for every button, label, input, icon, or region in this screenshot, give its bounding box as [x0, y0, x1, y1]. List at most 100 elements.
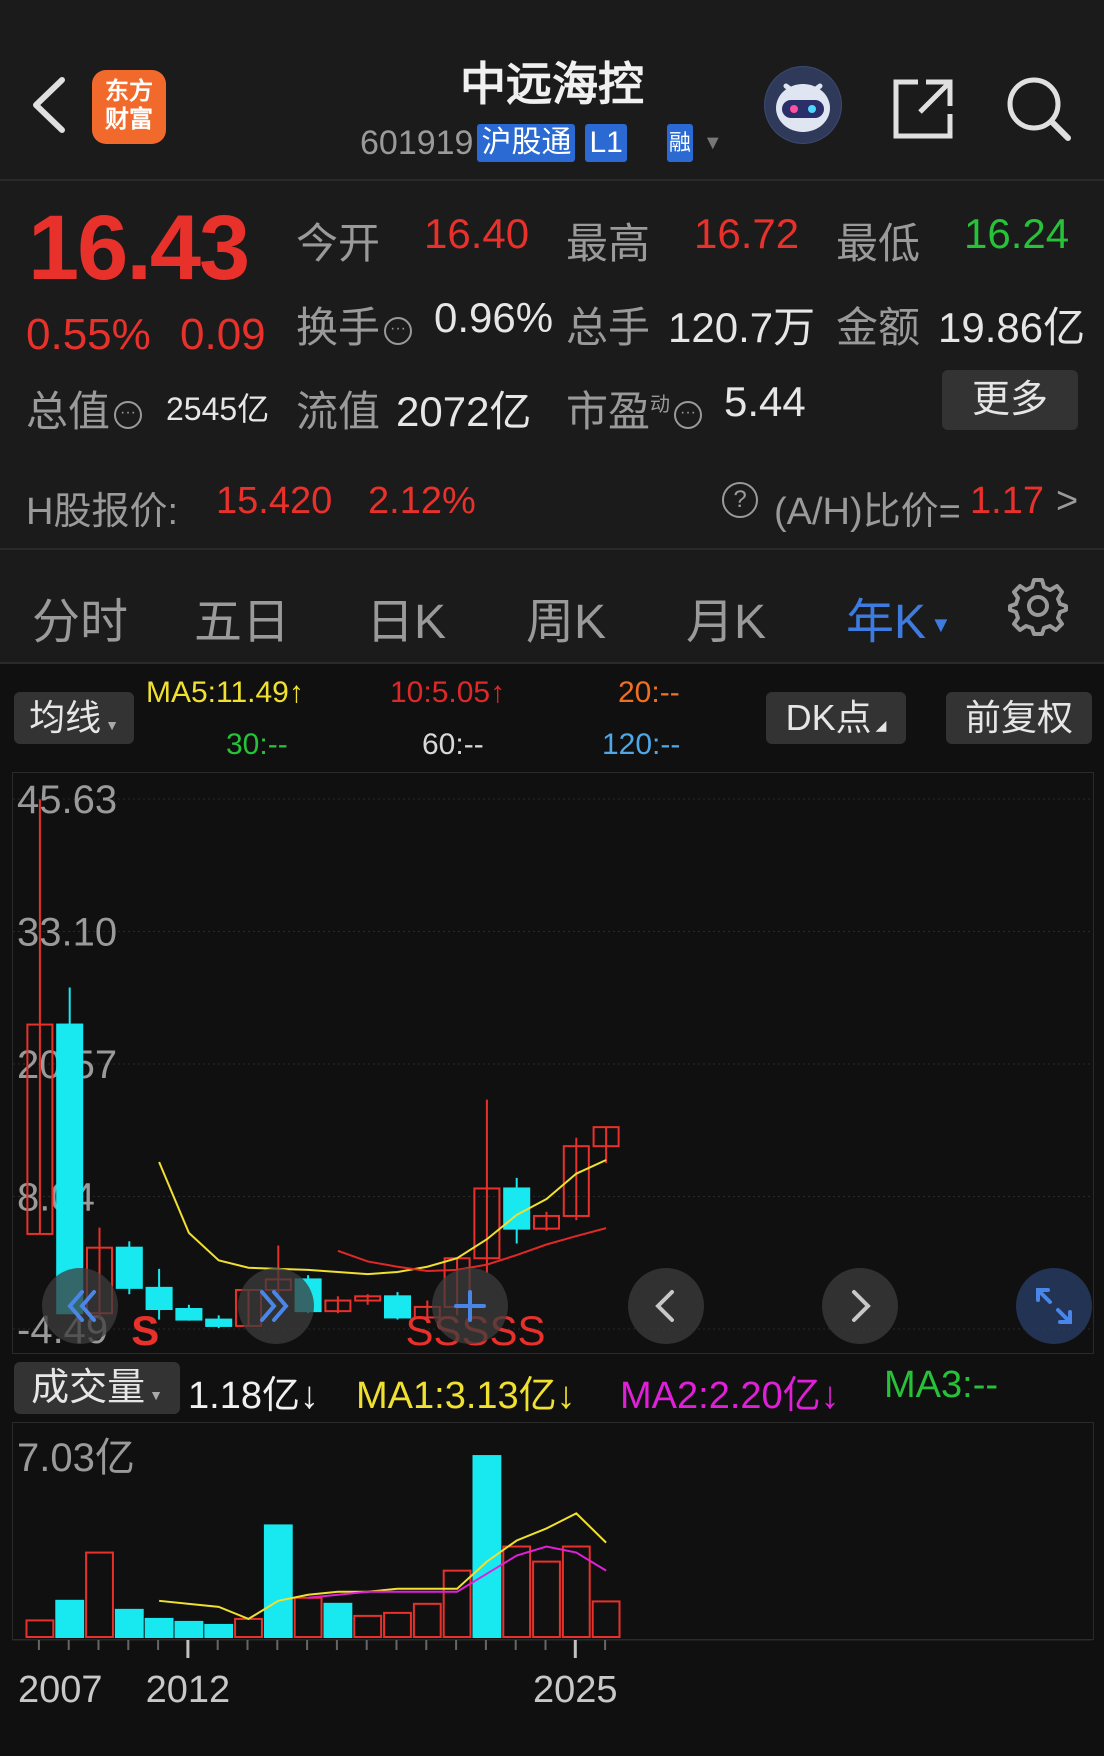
y-tick-label: 33.10 [17, 911, 117, 955]
scroll-left-button[interactable] [628, 1268, 704, 1344]
mktcap-label: 总值 [26, 388, 111, 435]
volume-ma3: MA3:-- [884, 1364, 998, 1406]
x-tick-label: 2007 [18, 1669, 103, 1711]
ai-assistant-robot-icon[interactable] [764, 66, 842, 144]
zoom-in-button[interactable] [238, 1268, 314, 1344]
volume-bar [353, 1614, 383, 1639]
open-value: 16.40 [424, 210, 530, 257]
zoom-out-button[interactable] [42, 1268, 118, 1344]
volume-bar [383, 1611, 412, 1638]
volume-current: 1.18亿↓ [188, 1375, 319, 1417]
share-icon[interactable] [888, 74, 958, 144]
volume-ma1: MA1:3.13亿↓ [356, 1375, 576, 1417]
volume-value: 120.7万 [668, 304, 816, 351]
float-label: 流值 [296, 388, 381, 435]
pe-value: 5.44 [724, 378, 806, 425]
divider [0, 548, 1104, 550]
low-label: 最低 [836, 220, 921, 267]
x-tick-label: 2012 [146, 1669, 231, 1711]
volume-label: 总手 [566, 304, 651, 351]
volume-bar [323, 1602, 353, 1638]
bottom-bar [0, 1730, 1104, 1756]
info-dots-icon[interactable]: ··· [674, 400, 703, 429]
adjust-price-button[interactable]: 前复权 [946, 692, 1092, 744]
volume-bar [561, 1545, 591, 1638]
low-value: 16.24 [964, 210, 1070, 257]
x-tick-label: 2025 [533, 1669, 618, 1711]
period-tabs: 分时 五日 日K 周K 月K 年K ▼ [0, 552, 1104, 662]
high-label: 最高 [566, 220, 651, 267]
chevron-down-icon[interactable]: ▼ [703, 132, 723, 155]
volume-bar [412, 1602, 442, 1638]
high-value: 16.72 [694, 210, 800, 257]
ma10-legend: 10:5.05↑ [390, 676, 506, 709]
ma30-legend: 30:-- [226, 728, 288, 761]
volume-ma-line-2 [307, 1545, 607, 1599]
volume-bar [532, 1560, 561, 1639]
volume-ma-line-1 [158, 1512, 607, 1621]
more-button[interactable]: 更多 [942, 370, 1078, 430]
pe-label-wrap: 市盈动 ··· [566, 378, 706, 439]
h-share-pct: 2.12% [368, 480, 476, 522]
divider [0, 179, 1104, 181]
tab-yearly-k[interactable]: 年K ▼ [846, 582, 952, 652]
volume-chart[interactable]: 7.03亿 [13, 1423, 1093, 1639]
info-dots-icon[interactable]: ··· [384, 316, 413, 345]
h-share-row[interactable]: H股报价: 15.420 2.12% ? (A/H)比价= 1.17 > [0, 462, 1104, 544]
tab-yearly-k-label: 年K [846, 596, 927, 649]
ma-line-ma5 [158, 1159, 607, 1276]
kline-panel[interactable]: 45.6333.1020.578.04-4.49SSSSSS [12, 772, 1094, 1354]
ma5-legend: MA5:11.49↑ [146, 676, 304, 709]
volume-bar [114, 1608, 144, 1639]
ma-select-label: 均线 [29, 697, 102, 738]
change-amount: 0.09 [180, 310, 266, 359]
candle-body [205, 1318, 233, 1327]
ma-select-button[interactable]: 均线 ▼ [14, 692, 134, 744]
volume-panel[interactable]: 7.03亿 [12, 1422, 1094, 1640]
corner-caret-icon: ◢ [875, 717, 887, 733]
volume-bar [591, 1600, 621, 1638]
volume-bar [25, 1619, 55, 1638]
volume-bar [55, 1599, 85, 1639]
current-price: 16.43 [28, 197, 250, 299]
stock-code-row: 601919 沪股通 L1 融 ▼ [360, 122, 723, 164]
candle-body [175, 1308, 203, 1321]
volume-bar [85, 1551, 114, 1638]
ma20-legend: 20:-- [618, 676, 680, 709]
expand-plus-button[interactable] [432, 1268, 508, 1344]
level-badge: L1 [585, 124, 627, 162]
h-share-price: 15.420 [216, 480, 333, 522]
connect-badge: 沪股通 [477, 124, 576, 162]
volume-select-label: 成交量 [31, 1367, 146, 1409]
open-label: 今开 [296, 220, 381, 267]
caret-down-icon: ▼ [105, 717, 119, 733]
info-dots-icon[interactable]: ··· [114, 400, 143, 429]
chevron-right-icon: > [1056, 480, 1079, 522]
search-icon[interactable] [1002, 72, 1074, 144]
fullscreen-icon[interactable] [1016, 1268, 1092, 1344]
amount-value: 19.86亿 [938, 304, 1086, 351]
tab-five-day[interactable]: 五日 [194, 582, 290, 652]
tab-weekly-k[interactable]: 周K [526, 582, 606, 652]
stock-code: 601919 [360, 123, 474, 162]
ma60-legend: 60:-- [422, 728, 484, 761]
turnover-label: 换手 [296, 304, 381, 351]
change-percent: 0.55% [26, 310, 151, 359]
help-question-icon[interactable]: ? [722, 482, 758, 518]
scroll-right-button[interactable] [822, 1268, 898, 1344]
mktcap-value: 2545亿 [166, 391, 270, 427]
volume-y-max-label: 7.03亿 [17, 1436, 135, 1480]
tab-intraday[interactable]: 分时 [32, 582, 128, 652]
ah-ratio-value: 1.17 [970, 480, 1044, 522]
x-axis: 2007 2012 2025 [12, 1640, 1092, 1711]
kline-chart[interactable]: 45.6333.1020.578.04-4.49SSSSSS [13, 773, 1093, 1354]
volume-indicator-select[interactable]: 成交量 ▼ [14, 1362, 180, 1414]
dk-point-label: DK点 [785, 697, 872, 738]
settings-gear-icon[interactable] [1008, 576, 1068, 636]
tab-monthly-k[interactable]: 月K [686, 582, 766, 652]
dk-point-button[interactable]: DK点 ◢ [766, 692, 906, 744]
tab-daily-k[interactable]: 日K [366, 582, 446, 652]
volume-bar [293, 1596, 323, 1638]
ah-ratio-label: (A/H)比价= [774, 491, 961, 533]
candle-body [145, 1286, 173, 1311]
